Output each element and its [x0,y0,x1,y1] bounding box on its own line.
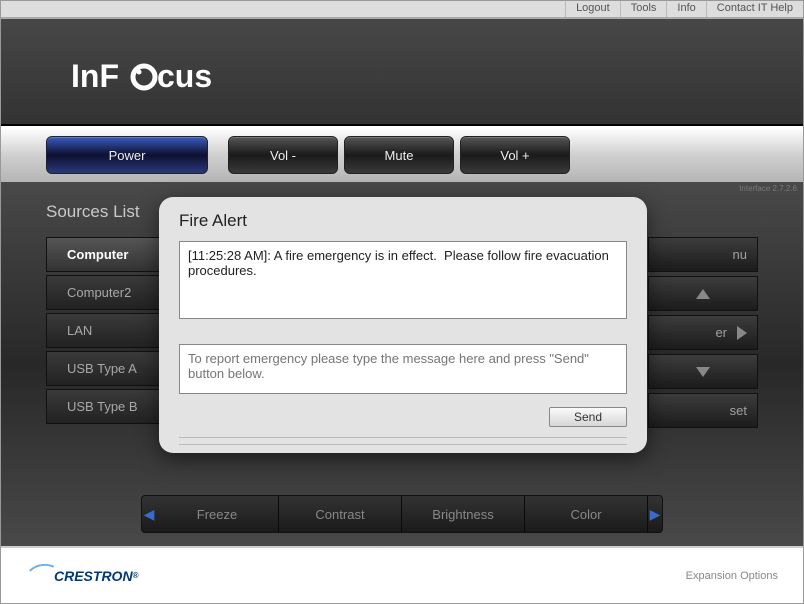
swoosh-icon [24,561,62,591]
vol-minus-button[interactable]: Vol - [228,136,338,174]
reset-button[interactable]: set [648,393,758,428]
down-icon [696,367,710,377]
report-input[interactable] [179,344,627,394]
infocus-logo: InF cus [71,57,251,102]
bottom-brightness[interactable]: Brightness [402,496,525,532]
vol-plus-button[interactable]: Vol + [460,136,570,174]
logo-area: InF cus [1,17,803,126]
nav-tools[interactable]: Tools [620,1,667,17]
send-button[interactable]: Send [549,407,627,427]
right-controls: nu er set [648,237,758,432]
up-icon [696,289,710,299]
button-bar: Power Vol - Mute Vol + [1,126,803,184]
svg-text:cus: cus [157,58,212,94]
expansion-options-link[interactable]: Expansion Options [686,570,778,582]
alert-message-box [179,241,627,319]
enter-label: er [715,325,727,340]
svg-text:InF: InF [71,58,119,94]
brand-label: CRESTRON [54,568,133,584]
menu-label: nu [733,247,747,262]
enter-button[interactable]: er [648,315,758,350]
footer: CRESTRON ® Expansion Options [1,546,803,603]
scroll-left-icon[interactable]: ◀ [142,496,156,532]
scroll-right-icon[interactable]: ▶ [648,496,662,532]
fire-alert-modal: Fire Alert Send [159,197,647,453]
bottom-color[interactable]: Color [525,496,648,532]
menu-button[interactable]: nu [648,237,758,272]
top-nav: Logout Tools Info Contact IT Help [1,1,803,18]
nav-contact[interactable]: Contact IT Help [706,1,803,17]
down-button[interactable] [648,354,758,389]
nav-logout[interactable]: Logout [565,1,620,17]
version-label: Interface 2.7.2.6 [739,184,797,193]
up-button[interactable] [648,276,758,311]
mute-button[interactable]: Mute [344,136,454,174]
modal-divider [179,444,627,445]
power-button[interactable]: Power [46,136,208,174]
nav-info[interactable]: Info [666,1,705,17]
play-icon [737,326,747,340]
bottom-contrast[interactable]: Contrast [279,496,402,532]
bottom-strip: ◀ Freeze Contrast Brightness Color ▶ [141,495,663,533]
crestron-logo: CRESTRON ® [26,564,138,588]
reset-label: set [730,403,747,418]
modal-title: Fire Alert [179,211,627,231]
bottom-freeze[interactable]: Freeze [156,496,279,532]
